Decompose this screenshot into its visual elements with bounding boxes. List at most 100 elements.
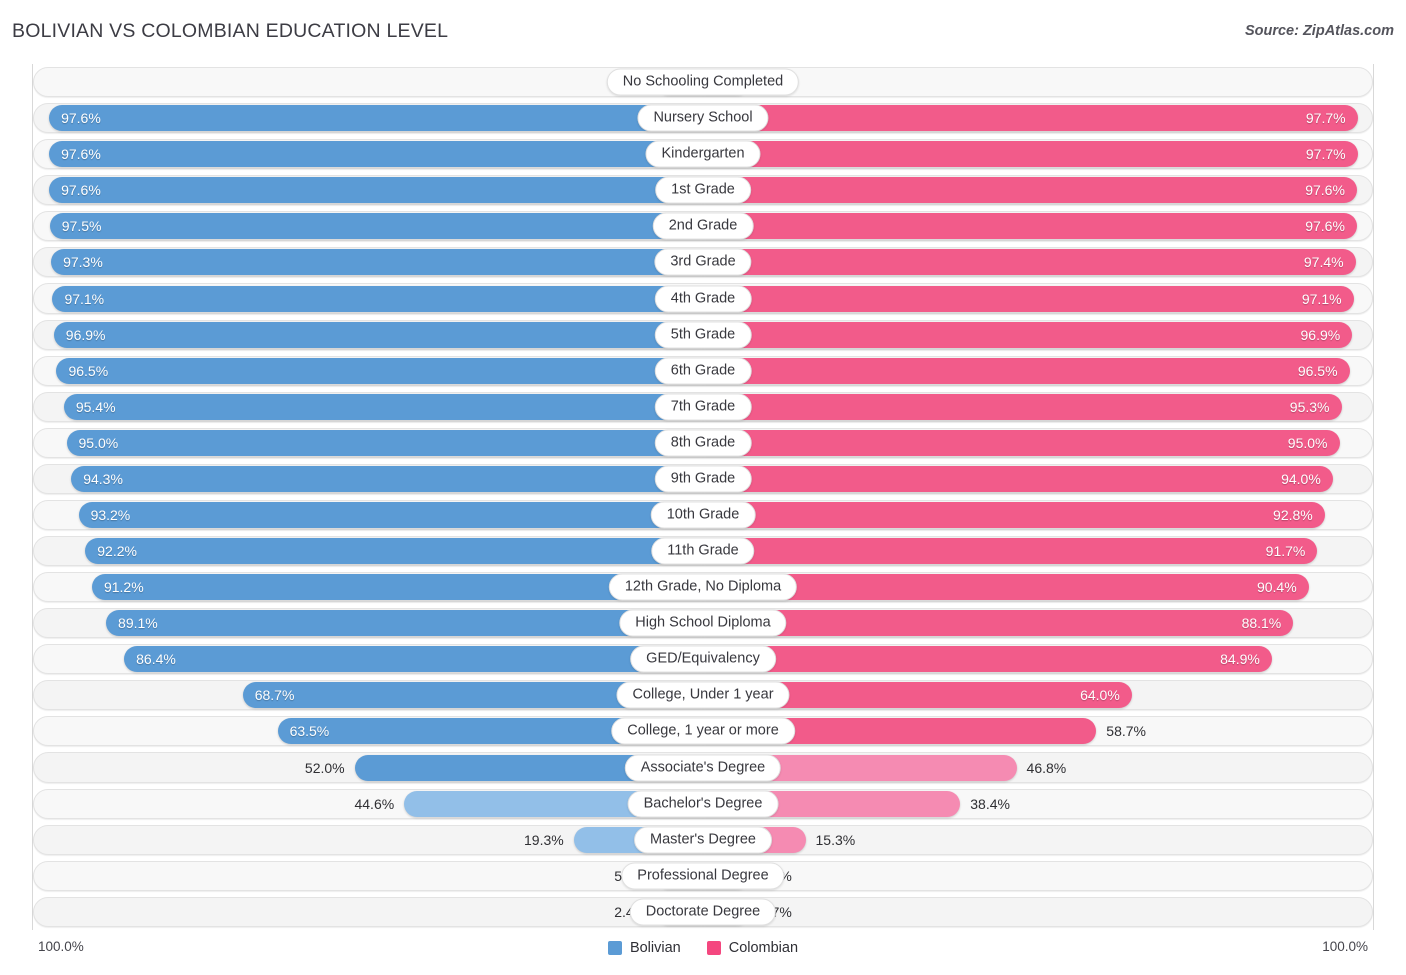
bolivian-half: 97.1% <box>33 280 703 316</box>
category-label: 6th Grade <box>654 357 752 385</box>
chart-row: 97.1% 97.1% 4th Grade <box>33 280 1373 316</box>
bolivian-bar[interactable]: 97.6% <box>49 141 703 168</box>
colombian-half: 96.9% <box>703 317 1373 353</box>
colombian-value-label: 96.9% <box>1300 326 1341 343</box>
colombian-bar[interactable]: 97.6% <box>703 213 1357 240</box>
legend-label: Bolivian <box>629 940 681 956</box>
bolivian-bar[interactable]: 86.4% <box>124 646 703 673</box>
chart-row: 5.6%4.6%Professional Degree <box>33 858 1373 894</box>
colombian-bar[interactable]: 95.0% <box>703 429 1340 456</box>
bolivian-bar[interactable]: 95.4% <box>63 393 703 420</box>
colombian-bar[interactable]: 84.9% <box>703 646 1272 673</box>
colombian-bar[interactable]: 92.8% <box>703 501 1325 528</box>
colombian-half: 4.6% <box>703 858 1373 894</box>
colombian-value-label: 97.4% <box>1303 254 1344 271</box>
source-attribution: Source: ZipAtlas.com <box>1244 23 1394 39</box>
colombian-value-label: 58.7% <box>1106 723 1146 740</box>
chart-row: 63.5% 58.7% College, 1 year or more <box>33 713 1373 749</box>
colombian-half: 38.4% <box>703 786 1373 822</box>
bolivian-half: 94.3% <box>33 461 703 497</box>
bolivian-bar[interactable]: 89.1% <box>106 610 703 637</box>
bolivian-half: 5.6% <box>33 858 703 894</box>
colombian-value-label: 46.8% <box>1026 759 1067 776</box>
colombian-value-label: 97.6% <box>1305 182 1345 199</box>
bolivian-bar[interactable]: 96.9% <box>53 321 703 348</box>
chart-row: 97.6% 97.7% Kindergarten <box>33 136 1373 172</box>
legend-label: Colombian <box>728 940 799 956</box>
colombian-value-label: 84.9% <box>1220 651 1260 668</box>
chart-row: 95.4% 95.3% 7th Grade <box>33 389 1373 425</box>
bolivian-half: 97.5% <box>33 208 703 244</box>
chart-legend: Bolivian Colombian <box>0 940 1406 956</box>
bolivian-bar[interactable]: 94.3% <box>71 465 703 492</box>
chart-row: 52.0% 46.8% Associate's Degree <box>33 749 1373 785</box>
page-title: BOLIVIAN VS COLOMBIAN EDUCATION LEVEL <box>12 20 449 42</box>
colombian-half: 95.0% <box>703 425 1373 461</box>
bolivian-half: 44.6% <box>33 786 703 822</box>
colombian-value-label: 97.6% <box>1305 218 1345 235</box>
colombian-value-label: 38.4% <box>970 795 1010 812</box>
bolivian-value-label: 97.6% <box>61 182 101 199</box>
diverging-bar-plot: 2.4%2.3%No Schooling Completed97.6%97.7%… <box>32 64 1374 930</box>
colombian-bar[interactable]: 97.6% <box>703 177 1357 204</box>
category-label: Kindergarten <box>645 140 761 168</box>
legend-swatch-icon <box>706 941 721 955</box>
bolivian-bar[interactable]: 97.5% <box>49 213 703 240</box>
bolivian-bar[interactable]: 97.6% <box>49 105 703 132</box>
bolivian-half: 86.4% <box>33 641 703 677</box>
colombian-bar[interactable]: 97.7% <box>703 141 1358 168</box>
colombian-half: 97.1% <box>703 280 1373 316</box>
colombian-half: 84.9% <box>703 641 1373 677</box>
chart-row: 95.0% 95.0% 8th Grade <box>33 425 1373 461</box>
colombian-value-label: 92.8% <box>1273 506 1313 523</box>
colombian-bar[interactable]: 94.0% <box>703 465 1333 492</box>
colombian-bar[interactable]: 91.7% <box>703 538 1318 565</box>
colombian-half: 92.8% <box>703 497 1373 533</box>
colombian-half: 94.0% <box>703 461 1373 497</box>
bolivian-bar[interactable]: 97.6% <box>49 177 703 204</box>
bolivian-value-label: 89.1% <box>118 615 158 632</box>
category-label: 2nd Grade <box>652 212 754 240</box>
colombian-half: 97.6% <box>703 208 1373 244</box>
category-label: No Schooling Completed <box>606 68 800 96</box>
colombian-bar[interactable]: 97.4% <box>703 249 1356 276</box>
legend-item[interactable]: Bolivian <box>607 940 681 956</box>
bolivian-bar[interactable]: 97.1% <box>52 285 703 312</box>
bolivian-value-label: 97.1% <box>64 290 105 307</box>
bolivian-value-label: 93.2% <box>90 506 131 523</box>
category-label: 7th Grade <box>654 393 752 421</box>
chart-row: 89.1% 88.1% High School Diploma <box>33 605 1373 641</box>
colombian-value-label: 90.4% <box>1256 579 1297 596</box>
bolivian-value-label: 68.7% <box>254 687 295 704</box>
chart-page: BOLIVIAN VS COLOMBIAN EDUCATION LEVEL So… <box>0 0 1406 975</box>
colombian-bar[interactable]: 95.3% <box>703 393 1342 420</box>
colombian-bar[interactable]: 97.7% <box>703 105 1358 132</box>
colombian-bar[interactable]: 97.1% <box>703 285 1354 312</box>
chart-row: 2.4%1.7%Doctorate Degree <box>33 894 1373 930</box>
legend-item[interactable]: Colombian <box>706 940 799 956</box>
colombian-bar[interactable]: 96.5% <box>703 357 1350 384</box>
chart-row: 93.2% 92.8% 10th Grade <box>33 497 1373 533</box>
bolivian-half: 19.3% <box>33 822 703 858</box>
category-label: 10th Grade <box>650 501 756 529</box>
category-label: GED/Equivalency <box>630 645 776 673</box>
bolivian-half: 2.4% <box>33 894 703 930</box>
bolivian-half: 97.6% <box>33 136 703 172</box>
bolivian-half: 92.2% <box>33 533 703 569</box>
bolivian-bar[interactable]: 97.3% <box>51 249 703 276</box>
colombian-half: 90.4% <box>703 569 1373 605</box>
chart-row: 94.3% 94.0% 9th Grade <box>33 461 1373 497</box>
colombian-bar[interactable]: 88.1% <box>703 610 1294 637</box>
colombian-half: 96.5% <box>703 353 1373 389</box>
colombian-value-label: 64.0% <box>1080 687 1120 704</box>
colombian-value-label: 95.0% <box>1287 434 1328 451</box>
bolivian-bar[interactable]: 92.2% <box>85 538 703 565</box>
bolivian-half: 52.0% <box>33 749 703 785</box>
category-label: Nursery School <box>637 104 769 132</box>
bolivian-bar[interactable]: 96.5% <box>56 357 703 384</box>
colombian-bar[interactable]: 96.9% <box>703 321 1353 348</box>
bolivian-bar[interactable]: 95.0% <box>66 429 703 456</box>
bolivian-bar[interactable]: 93.2% <box>78 501 703 528</box>
colombian-half: 2.3% <box>703 64 1373 100</box>
chart-row: 91.2% 90.4% 12th Grade, No Diploma <box>33 569 1373 605</box>
